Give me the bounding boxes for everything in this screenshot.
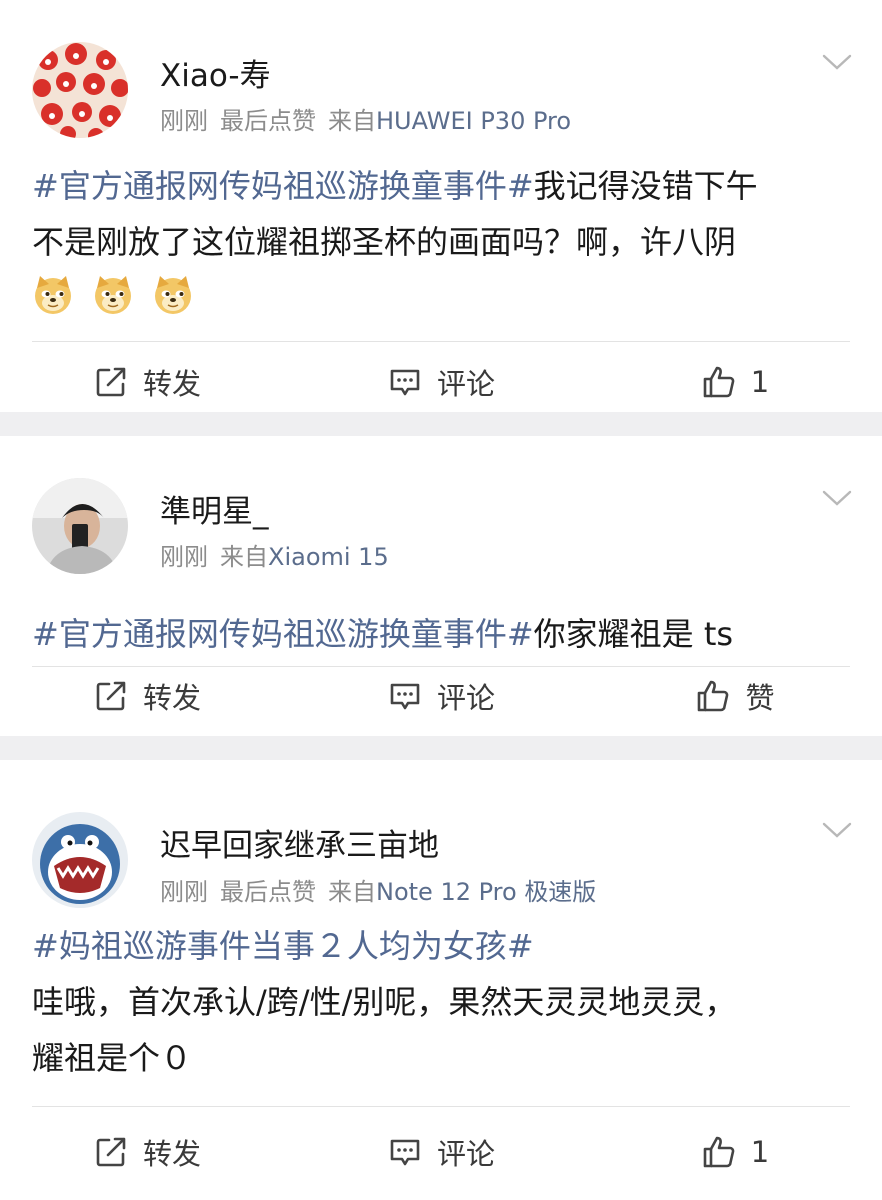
post-meta: 刚刚 最后点赞 来自Note 12 Pro 极速版 <box>160 872 596 907</box>
repost-icon <box>93 1134 129 1170</box>
liked-status: 最后点赞 <box>220 107 316 135</box>
like-button[interactable]: 1 <box>588 342 882 422</box>
device-name[interactable]: HUAWEI P30 Pro <box>376 107 571 135</box>
repost-label: 转发 <box>142 1137 201 1171</box>
comment-button[interactable]: 评论 <box>294 342 588 422</box>
avatar[interactable] <box>32 478 128 574</box>
comment-label: 评论 <box>436 1137 495 1171</box>
action-bar: 转发 评论 赞 <box>0 656 882 736</box>
source-prefix: 来自 <box>220 543 268 571</box>
repost-button[interactable]: 转发 <box>0 1112 294 1192</box>
hashtag-link[interactable]: #官方通报网传妈祖巡游换童事件# <box>32 615 534 653</box>
repost-icon <box>93 678 129 714</box>
post-body: 耀祖是个０ <box>32 1039 193 1077</box>
repost-label: 转发 <box>142 681 201 715</box>
doge-emoji-icon <box>92 274 134 316</box>
repost-icon <box>93 364 129 400</box>
doge-emoji-icon <box>152 274 194 316</box>
repost-label: 转发 <box>142 367 201 401</box>
avatar[interactable] <box>32 812 128 908</box>
username[interactable]: 迟早回家继承三亩地 <box>160 820 439 865</box>
chevron-down-icon[interactable] <box>822 488 852 508</box>
post-meta: 刚刚 来自Xiaomi 15 <box>160 537 389 572</box>
post-time: 刚刚 <box>160 878 208 906</box>
like-button[interactable]: 1 <box>588 1112 882 1192</box>
action-bar: 转发 评论 1 <box>0 1112 882 1192</box>
hashtag-link[interactable]: #官方通报网传妈祖巡游换童事件# <box>32 167 534 205</box>
post-time: 刚刚 <box>160 107 208 135</box>
comment-label: 评论 <box>436 681 495 715</box>
post-body: 不是刚放了这位耀祖掷圣杯的画面吗？啊，许八阴 <box>32 223 737 261</box>
post-card[interactable]: Xiao-寿 刚刚 最后点赞 来自HUAWEI P30 Pro #官方通报网传妈祖巡… <box>0 0 882 412</box>
comment-button[interactable]: 评论 <box>294 1112 588 1192</box>
post-text: #官方通报网传妈祖巡游换童事件#我记得没错下午 不是刚放了这位耀祖掷圣杯的画面吗… <box>32 158 848 316</box>
like-label: 赞 <box>745 681 775 715</box>
source-prefix: 来自 <box>328 878 376 906</box>
doge-emoji-icon <box>32 274 74 316</box>
comment-icon <box>387 678 423 714</box>
post-body: 哇哦，首次承认/跨/性/别呢，果然天灵灵地灵灵， <box>32 983 737 1021</box>
thumbs-up-icon <box>701 1134 737 1170</box>
avatar[interactable] <box>32 42 128 138</box>
like-count: 1 <box>750 1135 770 1169</box>
action-bar: 转发 评论 1 <box>0 342 882 422</box>
post-meta: 刚刚 最后点赞 来自HUAWEI P30 Pro <box>160 101 571 136</box>
device-name[interactable]: Xiaomi 15 <box>268 543 389 571</box>
repost-button[interactable]: 转发 <box>0 656 294 736</box>
separator <box>0 736 882 760</box>
username[interactable]: Xiao-寿 <box>160 50 271 95</box>
chevron-down-icon[interactable] <box>822 820 852 840</box>
post-time: 刚刚 <box>160 543 208 571</box>
device-name[interactable]: Note 12 Pro 极速版 <box>376 878 596 906</box>
chevron-down-icon[interactable] <box>822 52 852 72</box>
like-button[interactable]: 赞 <box>588 656 882 736</box>
source-prefix: 来自 <box>328 107 376 135</box>
comment-icon <box>387 1134 423 1170</box>
post-body: 你家耀祖是 ts <box>533 615 734 653</box>
emoji-row <box>32 274 848 316</box>
comment-label: 评论 <box>436 367 495 401</box>
liked-status: 最后点赞 <box>220 878 316 906</box>
divider <box>32 1106 850 1107</box>
thumbs-up-icon <box>701 364 737 400</box>
post-card[interactable]: 準明星_ 刚刚 来自Xiaomi 15 #官方通报网传妈祖巡游换童事件#你家耀祖是… <box>0 436 882 736</box>
comment-button[interactable]: 评论 <box>294 656 588 736</box>
like-count: 1 <box>750 365 770 399</box>
weibo-comment-feed: Xiao-寿 刚刚 最后点赞 来自HUAWEI P30 Pro #官方通报网传妈祖巡… <box>0 0 882 1200</box>
post-text: #妈祖巡游事件当事２人均为女孩# 哇哦，首次承认/跨/性/别呢，果然天灵灵地灵灵… <box>32 918 848 1086</box>
username[interactable]: 準明星_ <box>160 486 269 531</box>
post-text: #官方通报网传妈祖巡游换童事件#你家耀祖是 ts <box>32 606 848 662</box>
thumbs-up-icon <box>695 678 731 714</box>
post-card[interactable]: 迟早回家继承三亩地 刚刚 最后点赞 来自Note 12 Pro 极速版 #妈祖巡游事… <box>0 760 882 1200</box>
hashtag-link[interactable]: #妈祖巡游事件当事２人均为女孩# <box>32 927 534 965</box>
comment-icon <box>387 364 423 400</box>
post-body: 我记得没错下午 <box>533 167 758 205</box>
repost-button[interactable]: 转发 <box>0 342 294 422</box>
